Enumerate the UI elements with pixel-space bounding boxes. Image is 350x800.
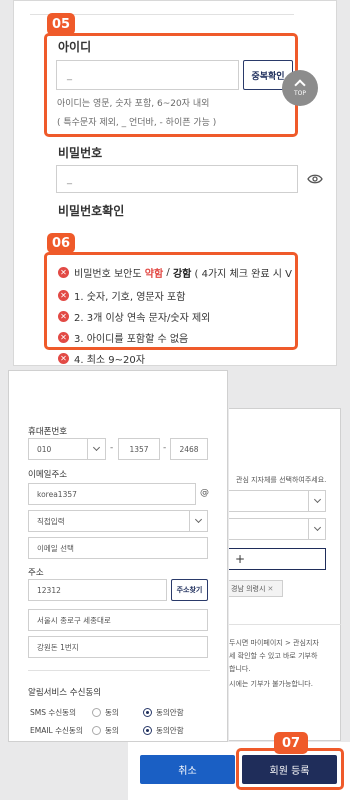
step-badge-06: 06 [47, 233, 75, 253]
address-search-button[interactable]: 주소찾기 [171, 579, 208, 601]
sms-consent-label: SMS 수신동의 [30, 708, 76, 717]
error-x-icon: ✕ [58, 290, 69, 301]
password-confirm-label: 비밀번호확인 [58, 204, 125, 218]
sms-agree-radio[interactable] [92, 708, 101, 717]
scroll-top-button[interactable]: TOP [282, 70, 318, 106]
chevron-down-icon [308, 519, 326, 539]
strength-strong: 강함 [172, 269, 192, 280]
address-label: 주소 [28, 568, 44, 578]
region-note-1: 두시면 마이페이지 > 관심지자 [229, 639, 319, 647]
rule-4-text: 4. 최소 9~20자 [74, 355, 145, 366]
region-note-2: 세 확인할 수 있고 바로 기부하 [229, 652, 318, 660]
email-disagree-radio[interactable] [143, 726, 152, 735]
phone-mid-input[interactable]: 1357 [118, 438, 160, 460]
eye-icon[interactable] [307, 170, 323, 189]
error-x-icon: ✕ [58, 332, 69, 343]
password-label: 비밀번호 [58, 146, 103, 160]
region-tag: 경남 의령시 ✕ [229, 580, 283, 597]
rule-1-text: 1. 숫자, 기호, 영문자 포함 [74, 292, 186, 303]
error-x-icon: ✕ [58, 311, 69, 322]
region-panel [229, 408, 341, 741]
address-line-1[interactable]: 서울시 종로구 세종대로 [28, 609, 208, 631]
email-agree-radio[interactable] [92, 726, 101, 735]
email-agree-label: 동의 [105, 726, 119, 735]
region-tag-label: 경남 의령시 [231, 584, 266, 593]
email-id-input[interactable]: korea1357 [28, 483, 196, 505]
id-label: 아이디 [58, 40, 92, 54]
zipcode-input[interactable]: 12312 [28, 579, 167, 601]
chevron-down-icon [189, 511, 207, 531]
signup-page: 05 아이디 _ 중복확인 아이디는 영문, 숫자 포함, 6~20자 내외 (… [0, 0, 350, 800]
step-badge-05: 05 [47, 13, 75, 35]
chevron-down-icon [87, 439, 105, 459]
at-sign: @ [200, 488, 209, 498]
id-help-text-2: ( 특수문자 제외, _ 언더바, - 하이픈 가능 ) [57, 118, 217, 128]
rule-3-text: 3. 아이디를 포함할 수 없음 [74, 334, 189, 345]
region-hint: 관심 지자체를 선택하여주세요. [236, 476, 327, 484]
region-select-1[interactable] [229, 490, 326, 512]
password-rule-2: ✕ 2. 3개 이상 연속 문자/숫자 제외 [58, 309, 210, 324]
phone-label: 휴대폰번호 [28, 427, 68, 437]
email-consent-label: EMAIL 수신동의 [30, 726, 83, 735]
sms-disagree-label: 동의안함 [156, 708, 184, 717]
email-domain-select[interactable]: 이메일 선택 [28, 537, 208, 559]
phone-last-input[interactable]: 2468 [170, 438, 208, 460]
email-domain-value: 직접입력 [37, 516, 65, 526]
highlight-signup [236, 748, 344, 790]
region-select-2[interactable] [229, 518, 326, 540]
region-note-4: 시에는 기부가 불가능합니다. [229, 680, 313, 688]
address-line-2[interactable]: 강원돈 1번지 [28, 636, 208, 658]
close-icon[interactable]: ✕ [267, 585, 273, 593]
strength-prefix: 비밀번호 보안도 [74, 269, 142, 280]
strength-suffix: ( 4가지 체크 완료 시 V [194, 269, 292, 280]
rule-2-text: 2. 3개 이상 연속 문자/숫자 제외 [74, 313, 211, 324]
email-label: 이메일주소 [28, 470, 68, 480]
region-add-button[interactable]: + [229, 548, 326, 570]
strength-weak: 약함 [144, 269, 164, 280]
error-x-icon: ✕ [58, 267, 69, 278]
password-rule-1: ✕ 1. 숫자, 기호, 영문자 포함 [58, 288, 185, 303]
id-help-text-1: 아이디는 영문, 숫자 포함, 6~20자 내외 [57, 99, 210, 109]
notice-consent-label: 알림서비스 수신동의 [28, 688, 102, 698]
sms-agree-label: 동의 [105, 708, 119, 717]
phone-prefix-value: 010 [37, 444, 52, 454]
phone-dash-1: - [110, 443, 114, 453]
phone-prefix-select[interactable]: 010 [28, 438, 106, 460]
password-rule-3: ✕ 3. 아이디를 포함할 수 없음 [58, 330, 188, 345]
sms-consent-row: SMS 수신동의 동의 동의안함 [30, 707, 184, 718]
email-disagree-label: 동의안함 [156, 726, 184, 735]
password-strength-row: ✕ 비밀번호 보안도 약함 / 강함 ( 4가지 체크 완료 시 V [58, 265, 292, 280]
step-badge-07: 07 [274, 732, 308, 754]
email-domain-input[interactable]: 직접입력 [28, 510, 208, 532]
email-consent-row: EMAIL 수신동의 동의 동의안함 [30, 725, 184, 736]
password-rule-4: ✕ 4. 최소 9~20자 [58, 351, 145, 366]
chevron-up-icon [294, 79, 306, 91]
cancel-button[interactable]: 취소 [140, 755, 235, 784]
scroll-top-label: TOP [293, 90, 306, 97]
divider [28, 670, 210, 671]
password-input[interactable]: _ [56, 165, 298, 193]
phone-dash-2: - [163, 443, 167, 453]
error-x-icon: ✕ [58, 353, 69, 364]
strength-sep: / [166, 267, 170, 278]
plus-icon: + [235, 552, 246, 566]
chevron-down-icon [308, 491, 326, 511]
region-note-3: 합니다. [229, 665, 251, 673]
sms-disagree-radio[interactable] [143, 708, 152, 717]
divider [229, 624, 341, 625]
id-input[interactable]: _ [56, 60, 239, 90]
